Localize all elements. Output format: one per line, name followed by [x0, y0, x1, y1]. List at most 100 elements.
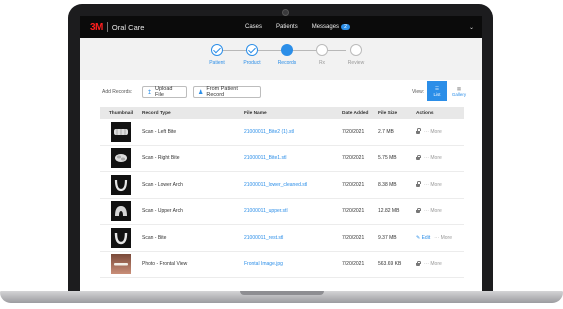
lock-icon: [416, 181, 421, 187]
step-records-indicator[interactable]: [281, 44, 293, 56]
gallery-view-button[interactable]: ▦ Gallery: [449, 81, 469, 101]
date-added: 7/20/2021: [342, 208, 365, 215]
workflow-stepper: Patient Product Records Rx Review: [80, 38, 482, 80]
file-size: 12.82 MB: [378, 208, 400, 215]
more-button[interactable]: ⋯ More: [424, 155, 442, 161]
table-header: Thumbnail Record Type File Name Date Add…: [100, 107, 464, 119]
step-review-indicator[interactable]: [350, 44, 362, 56]
table-row[interactable]: Scan - Lower Arch 21000011_lower_cleaned…: [100, 172, 464, 199]
record-type: Scan - Upper Arch: [142, 208, 183, 215]
file-name-link[interactable]: Frontal Image.jpg: [244, 261, 342, 267]
nav-messages[interactable]: Messages 2: [312, 24, 350, 30]
file-size: 2.7 MB: [378, 128, 394, 135]
more-label: More: [430, 261, 442, 268]
nav-messages-label: Messages: [311, 24, 340, 30]
record-type: Photo - Frontal View: [142, 261, 188, 268]
top-navigation-bar: 3M Oral Care Cases Patients Messages 2 ⌄: [80, 16, 482, 38]
add-records-label: Add Records:: [102, 89, 133, 95]
file-name-link[interactable]: 21000011_Bite2 (1).stl: [244, 129, 342, 135]
upload-file-button[interactable]: ↥ Upload File: [142, 86, 187, 98]
app-screen: 3M Oral Care Cases Patients Messages 2 ⌄ …: [80, 16, 482, 292]
more-label: More: [440, 234, 453, 241]
date-added: 7/20/2021: [342, 234, 365, 241]
more-label: More: [430, 155, 442, 162]
table-row[interactable]: Scan - Right Bite 21000011_Bite1.stl 7/2…: [100, 146, 464, 172]
step-label-records: Records: [277, 60, 297, 66]
right-bite-scan-thumbnail[interactable]: [111, 148, 131, 169]
left-bite-scan-thumbnail[interactable]: [111, 121, 131, 142]
date-added: 7/20/2021: [342, 261, 365, 268]
date-added: 7/20/2021: [342, 181, 365, 188]
bite-scan-thumbnail[interactable]: [111, 227, 131, 248]
file-name-link[interactable]: 21000011_Bite1.stl: [244, 155, 342, 161]
step-rx-indicator[interactable]: [316, 44, 328, 56]
gallery-view-label: Gallery: [451, 91, 467, 97]
date-added: 7/20/2021: [342, 155, 365, 162]
step-label-product: Product: [243, 60, 261, 66]
list-view-label: List: [433, 91, 441, 97]
lock-icon: [416, 260, 421, 267]
app-name: Oral Care: [111, 22, 145, 32]
file-size: 9.37 MB: [378, 234, 397, 241]
from-patient-record-label: From Patient Record: [206, 86, 238, 98]
table-row[interactable]: Scan - Bite 21000011_rest.stl 7/20/2021 …: [100, 225, 464, 252]
more-button[interactable]: ⋯ More: [424, 182, 442, 188]
laptop-opening-notch: [240, 291, 324, 295]
lock-icon: [416, 128, 421, 134]
view-label: View:: [412, 89, 425, 95]
upper-arch-scan-thumbnail[interactable]: [111, 201, 131, 222]
more-label: More: [430, 208, 442, 215]
more-button[interactable]: ⋯ More: [424, 261, 442, 267]
brand-logo[interactable]: 3M: [90, 22, 103, 33]
file-size: 5.75 MB: [378, 155, 397, 162]
table-row[interactable]: Scan - Left Bite 21000011_Bite2 (1).stl …: [100, 119, 464, 146]
file-name-link[interactable]: 21000011_upper.stl: [244, 208, 342, 214]
step-label-patient: Patient: [209, 60, 225, 66]
record-type: Scan - Left Bite: [142, 128, 177, 135]
records-table: Thumbnail Record Type File Name Date Add…: [100, 107, 464, 278]
record-type: Scan - Lower Arch: [142, 181, 183, 188]
date-added: 7/20/2021: [342, 128, 365, 135]
more-button[interactable]: ⋯ More: [424, 129, 442, 135]
edit-button[interactable]: ✎ Edit: [416, 235, 430, 241]
records-toolbar: Add Records: ↥ Upload File ♟ From Patien…: [80, 80, 482, 102]
file-size: 563.69 KB: [378, 261, 402, 268]
step-label-review: Review: [347, 60, 365, 66]
frontal-photo-thumbnail[interactable]: [111, 254, 131, 275]
header-record-type[interactable]: Record Type: [142, 111, 244, 116]
edit-label: Edit: [421, 234, 431, 241]
file-name-link[interactable]: 21000011_lower_cleaned.stl: [244, 182, 342, 188]
lock-icon: [416, 207, 421, 214]
upload-file-label: Upload File: [155, 86, 173, 98]
more-button[interactable]: ⋯ More: [424, 208, 442, 214]
account-chevron-down-icon[interactable]: ⌄: [469, 24, 474, 31]
list-view-button[interactable]: ☰ List: [427, 81, 447, 101]
more-button[interactable]: ⋯ More: [434, 235, 452, 241]
record-type: Scan - Bite: [142, 234, 167, 241]
step-product-check-icon[interactable]: [246, 44, 258, 56]
more-label: More: [430, 128, 442, 135]
record-type: Scan - Right Bite: [142, 155, 180, 162]
nav-cases[interactable]: Cases: [245, 24, 262, 30]
step-patient-check-icon[interactable]: [211, 44, 223, 56]
table-row[interactable]: Scan - Upper Arch 21000011_upper.stl 7/2…: [100, 199, 464, 225]
header-actions: Actions: [416, 110, 434, 116]
nav-patients[interactable]: Patients: [276, 24, 298, 30]
lock-icon: [416, 154, 421, 161]
header-thumbnail: Thumbnail: [108, 110, 134, 116]
messages-count-badge: 2: [341, 24, 350, 30]
upload-icon: ↥: [147, 89, 153, 96]
camera-icon: [282, 9, 289, 16]
more-label: More: [430, 181, 442, 188]
main-nav: Cases Patients Messages 2: [245, 24, 350, 30]
file-name-link[interactable]: 21000011_rest.stl: [244, 235, 342, 241]
table-row[interactable]: Photo - Frontal View Frontal Image.jpg 7…: [100, 252, 464, 278]
header-date-added[interactable]: Date Added: [342, 111, 378, 116]
header-file-size[interactable]: File Size: [378, 111, 416, 116]
header-file-name[interactable]: File Name: [244, 111, 342, 116]
logo-divider: [106, 22, 108, 32]
from-patient-record-button[interactable]: ♟ From Patient Record: [193, 86, 261, 98]
person-icon: ♟: [198, 89, 204, 96]
file-size: 8.38 MB: [378, 181, 397, 188]
lower-arch-scan-thumbnail[interactable]: [111, 174, 131, 195]
